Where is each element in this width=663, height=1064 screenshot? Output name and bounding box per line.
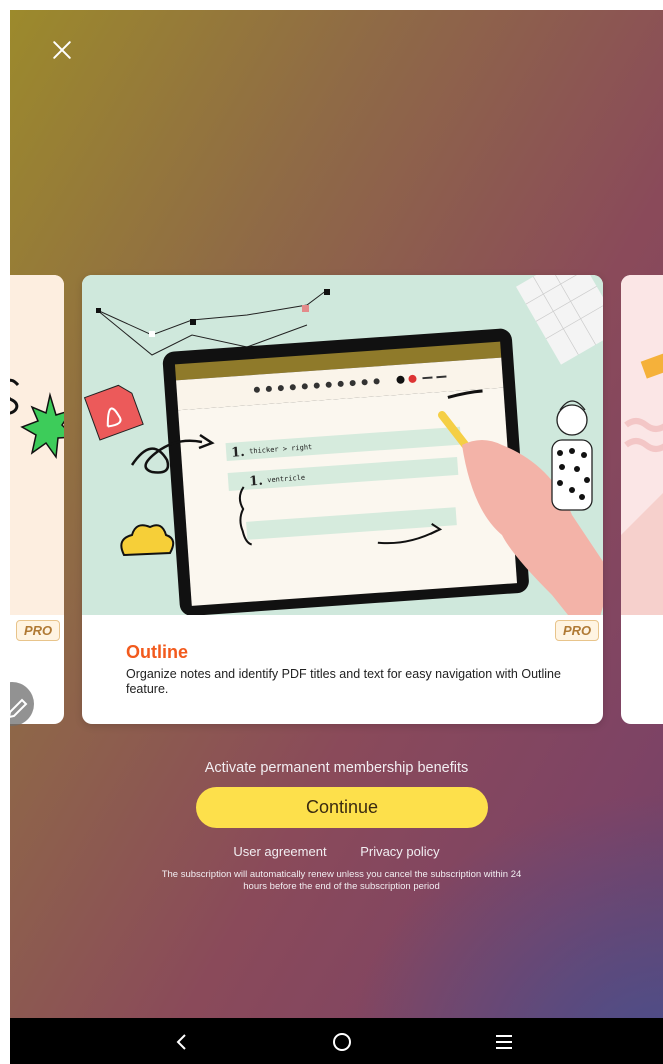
menu-icon[interactable] — [492, 1030, 516, 1054]
system-navigation-bar — [10, 1018, 663, 1064]
prev-feature-card[interactable]: PRO — [10, 275, 64, 724]
feature-description: Organize notes and identify PDF titles a… — [126, 667, 561, 696]
outline-illustration: 1. thicker > right 1. ventricle — [82, 275, 603, 615]
paywall-screen: PRO 1. thicker > right 1. ventricle PRO … — [10, 10, 663, 1064]
privacy-policy-link[interactable]: Privacy policy — [360, 844, 439, 859]
feature-title: Outline — [126, 642, 188, 662]
pro-badge: PRO — [555, 620, 600, 641]
next-feature-card[interactable] — [621, 275, 663, 724]
next-card-illustration — [621, 275, 663, 615]
legal-links: User agreement Privacy policy — [10, 844, 663, 859]
home-icon[interactable] — [330, 1030, 354, 1054]
pencil-icon — [10, 698, 28, 718]
subscription-note: The subscription will automatically rene… — [161, 869, 522, 892]
note-number-2: 1. — [249, 474, 264, 490]
note-number-1: 1. — [231, 445, 246, 461]
prev-card-illustration — [10, 275, 64, 615]
continue-button[interactable]: Continue — [196, 787, 488, 828]
activate-benefits-text: Activate permanent membership benefits — [204, 760, 469, 776]
edit-fab[interactable] — [10, 682, 34, 726]
user-agreement-link[interactable]: User agreement — [233, 844, 326, 859]
back-icon[interactable] — [170, 1030, 194, 1054]
feature-card-outline[interactable]: 1. thicker > right 1. ventricle PRO Outl… — [82, 275, 603, 724]
close-icon[interactable] — [50, 38, 74, 62]
pro-badge: PRO — [16, 620, 61, 641]
